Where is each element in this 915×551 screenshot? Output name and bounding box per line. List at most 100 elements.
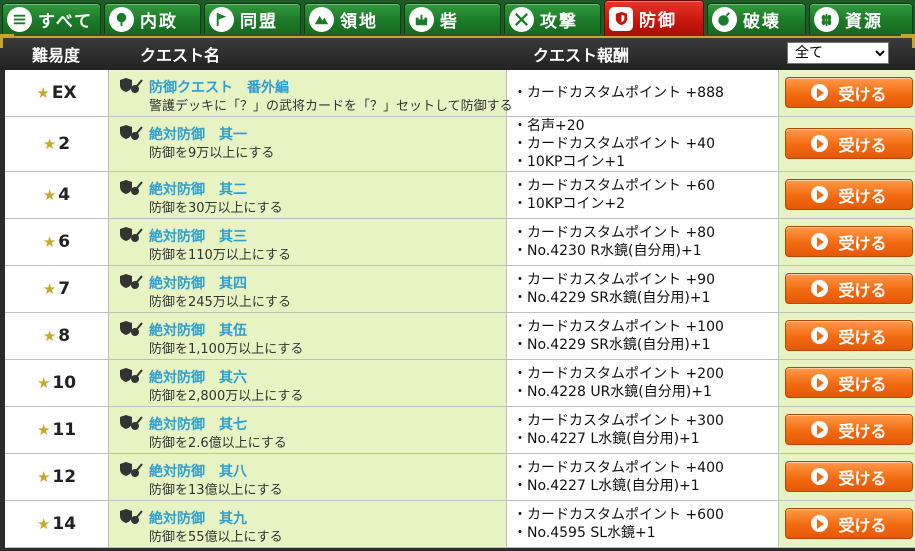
quest-row: ★ 12 絶対防御 其八 防御を13億以上にする ・カードカスタムポイント +400 ・N… — [5, 453, 915, 501]
quest-table-header: 難易度 クエスト名 クエスト報酬 全て — [0, 36, 915, 70]
quest-description: 防御を245万以上にする — [149, 294, 291, 310]
reward-cell: ・カードカスタムポイント +80 ・No.4230 R水鏡(自分用)+1 — [506, 218, 779, 266]
play-icon — [811, 421, 829, 438]
crossed-swords-icon — [509, 6, 534, 32]
action-cell: 受ける — [778, 312, 915, 360]
accept-label: 受ける — [838, 468, 887, 488]
quest-description: 警護デッキに「？」の武将カードを「？」セットして防御する — [149, 99, 513, 114]
quest-description: 防御を55億以上にする — [149, 529, 283, 545]
quest-row: ★ 11 絶対防御 其七 防御を2.6億以上にする ・カードカスタムポイント +300 ・… — [5, 406, 915, 454]
quest-description: 防御を30万以上にする — [149, 200, 283, 216]
tab-domestic[interactable]: 内政 — [104, 3, 201, 34]
tab-label: 領地 — [340, 11, 378, 32]
accept-quest-button[interactable]: 受ける — [785, 128, 913, 159]
difficulty-value: 8 — [58, 325, 71, 346]
tab-fort[interactable]: 砦 — [404, 3, 501, 34]
quest-description: 防御を110万以上にする — [149, 247, 291, 263]
accept-quest-button[interactable]: 受ける — [785, 179, 913, 210]
quest-row: ★ EX 防御クエスト 番外編警護デッキに「？」の武将カードを「？」セットして防御す… — [5, 70, 915, 117]
difficulty-cell: ★ 12 — [5, 453, 109, 501]
accept-quest-button[interactable]: 受ける — [785, 367, 913, 398]
corner-ornament-right — [901, 34, 915, 48]
quest-title: 絶対防御 其六 — [149, 369, 247, 386]
territory-icon — [309, 6, 334, 32]
action-cell: 受ける — [778, 218, 915, 266]
flag-icon — [209, 6, 234, 32]
tab-label: 内政 — [140, 11, 178, 32]
accept-label: 受ける — [838, 280, 887, 300]
list-icon — [7, 6, 32, 32]
reward-cell: ・カードカスタムポイント +90 ・No.4229 SR水鏡(自分用)+1 — [506, 265, 779, 313]
reward-line: ・No.4229 SR水鏡(自分用)+1 — [513, 336, 711, 353]
shield-icon — [609, 6, 633, 31]
reward-line: ・No.4229 SR水鏡(自分用)+1 — [513, 289, 711, 306]
reward-line: ・カードカスタムポイント +100 — [513, 318, 724, 335]
tree-icon — [109, 6, 134, 32]
tab-alliance[interactable]: 同盟 — [204, 3, 301, 34]
action-cell: 受ける — [778, 70, 915, 117]
quest-defense-icon — [120, 226, 143, 242]
quest-defense-icon — [120, 124, 143, 140]
quest-description: 防御を2.6億以上にする — [149, 435, 287, 451]
difficulty-value: 7 — [58, 278, 71, 299]
play-icon — [811, 135, 829, 152]
accept-quest-button[interactable]: 受ける — [785, 226, 913, 257]
accept-quest-button[interactable]: 受ける — [785, 273, 913, 304]
tab-defense[interactable]: 防御 — [604, 0, 704, 36]
quest-title: 絶対防御 其二 — [149, 181, 247, 198]
quest-title: 絶対防御 其四 — [149, 275, 247, 292]
tab-destroy[interactable]: 破壊 — [707, 3, 806, 34]
reward-line: ・No.4228 UR水鏡(自分用)+1 — [513, 383, 712, 400]
star-icon: ★ — [36, 83, 50, 102]
star-icon: ★ — [36, 514, 51, 533]
difficulty-cell: ★ EX — [5, 70, 109, 117]
reward-line: ・10KPコイン+1 — [513, 153, 626, 170]
reward-line: ・No.4227 L水鏡(自分用)+1 — [513, 430, 700, 447]
action-cell: 受ける — [778, 116, 915, 172]
reward-cell: ・名声+20 ・カードカスタムポイント +40 ・10KPコイン+1 — [506, 116, 779, 172]
quest-title: 絶対防御 其九 — [149, 510, 247, 527]
quest-title: 防御クエスト 番外編 — [149, 80, 289, 96]
accept-label: 受ける — [838, 327, 887, 347]
difficulty-value: 10 — [52, 372, 77, 393]
tab-all[interactable]: すべて — [2, 3, 101, 34]
header-quest-name: クエスト名 — [140, 46, 221, 65]
reward-line: ・10KPコイン+2 — [513, 195, 626, 212]
quest-title: 絶対防御 其伍 — [149, 322, 247, 339]
tab-resources[interactable]: 資源 — [809, 3, 913, 34]
accept-quest-button[interactable]: 受ける — [785, 414, 913, 445]
quest-description: 防御を2,800万以上にする — [149, 388, 304, 404]
star-icon: ★ — [36, 420, 51, 439]
tab-label: 同盟 — [240, 11, 278, 32]
accept-quest-button[interactable]: 受ける — [785, 461, 913, 492]
quest-row: ★ 14 絶対防御 其九 防御を55億以上にする ・カードカスタムポイント +600 ・N… — [5, 500, 915, 548]
play-icon — [811, 515, 829, 532]
tab-label: 攻撃 — [540, 11, 578, 32]
accept-quest-button[interactable]: 受ける — [785, 77, 913, 109]
fort-icon — [409, 6, 434, 32]
tab-territory[interactable]: 領地 — [304, 3, 401, 34]
reward-line: ・カードカスタムポイント +600 — [513, 506, 724, 523]
difficulty-value: 14 — [52, 513, 77, 534]
difficulty-value: 2 — [58, 133, 71, 154]
quest-title: 絶対防御 其一 — [149, 126, 247, 143]
accept-quest-button[interactable]: 受ける — [785, 508, 913, 539]
tab-label: 破壊 — [743, 11, 781, 32]
difficulty-cell: ★ 7 — [5, 265, 109, 313]
tab-attack[interactable]: 攻撃 — [504, 3, 601, 34]
quest-defense-icon — [120, 414, 143, 430]
accept-quest-button[interactable]: 受ける — [785, 320, 913, 351]
quest-name-cell: 絶対防御 其三 防御を110万以上にする — [108, 218, 507, 266]
difficulty-cell: ★ 11 — [5, 406, 109, 454]
difficulty-cell: ★ 2 — [5, 116, 109, 172]
difficulty-filter-select[interactable]: 全て — [787, 42, 889, 64]
star-icon: ★ — [36, 467, 51, 486]
quest-description: 防御を13億以上にする — [149, 482, 283, 498]
quest-defense-icon — [120, 508, 143, 524]
reward-line: ・カードカスタムポイント +40 — [513, 135, 715, 152]
difficulty-cell: ★ 6 — [5, 218, 109, 266]
quest-table: ★ EX 防御クエスト 番外編警護デッキに「？」の武将カードを「？」セットして防御す… — [5, 70, 915, 548]
action-cell: 受ける — [778, 171, 915, 219]
action-cell: 受ける — [778, 265, 915, 313]
quest-defense-icon — [120, 461, 143, 477]
